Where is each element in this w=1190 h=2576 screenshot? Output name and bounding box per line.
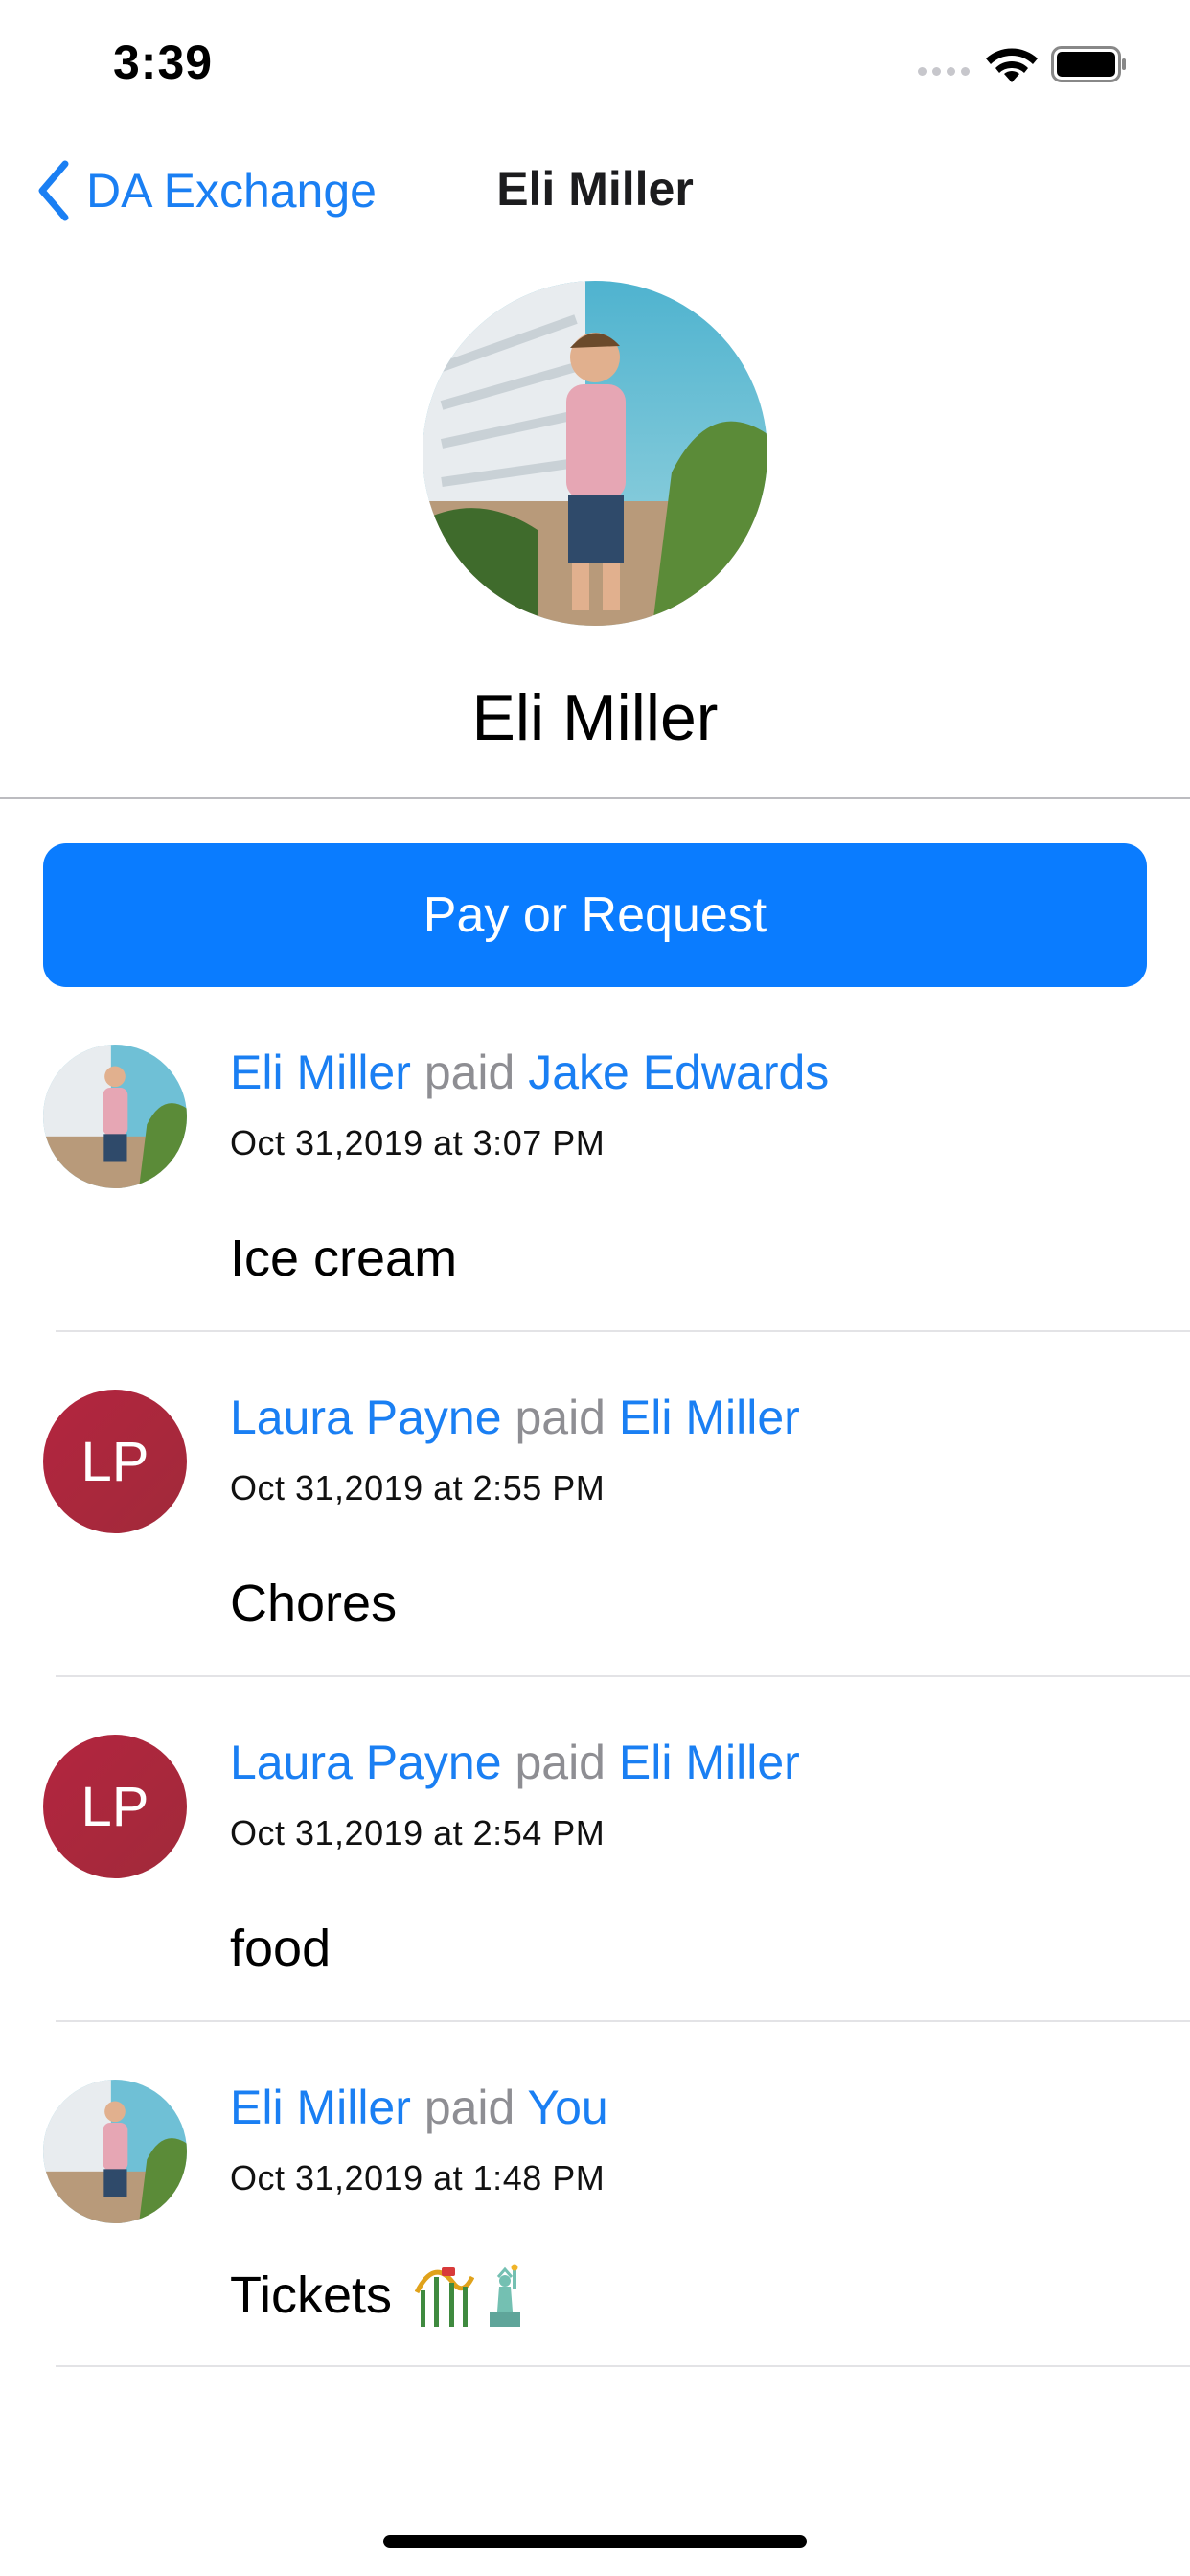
transaction-note-text: food: [230, 1920, 332, 1977]
avatar[interactable]: [43, 1045, 187, 1188]
transaction-verb: paid: [423, 2081, 515, 2134]
nav-title: Eli Miller: [496, 162, 694, 216]
transaction-date: Oct 31,2019 at 1:48 PM: [230, 2158, 606, 2197]
statue-of-liberty-icon: [490, 2264, 521, 2327]
transaction-verb: paid: [515, 1391, 606, 1444]
transaction-date: Oct 31,2019 at 3:07 PM: [230, 1123, 606, 1162]
profile-avatar: [423, 281, 767, 626]
transaction-feed: Eli Miller paid Jake Edwards Oct 31,2019…: [0, 987, 1190, 2367]
avatar[interactable]: [43, 2080, 187, 2223]
transaction-note: food: [230, 1919, 331, 1978]
list-item[interactable]: LP Laura Payne paid Eli Miller Oct 31,20…: [0, 1677, 1190, 2022]
roller-coaster-icon: [415, 2267, 475, 2327]
payer-link[interactable]: Eli Miller: [230, 2081, 411, 2134]
payee-link[interactable]: Eli Miller: [619, 1736, 800, 1789]
home-indicator[interactable]: [383, 2535, 807, 2548]
list-item[interactable]: Eli Miller paid You Oct 31,2019 at 1:48 …: [0, 2022, 1190, 2367]
cellular-dots-icon: [918, 67, 970, 76]
list-item[interactable]: Eli Miller paid Jake Edwards Oct 31,2019…: [0, 987, 1190, 1332]
transaction-headline: Eli Miller paid Jake Edwards: [230, 1045, 829, 1100]
battery-full-icon: [1051, 46, 1126, 82]
navigation-bar: DA Exchange Eli Miller: [0, 144, 1190, 236]
profile-name: Eli Miller: [471, 681, 719, 754]
avatar[interactable]: LP: [43, 1735, 187, 1878]
status-time: 3:39: [113, 35, 214, 89]
transaction-headline: Laura Payne paid Eli Miller: [230, 1735, 800, 1790]
payer-link[interactable]: Laura Payne: [230, 1736, 502, 1789]
transaction-note-text: Tickets: [230, 2266, 393, 2324]
transaction-headline: Laura Payne paid Eli Miller: [230, 1390, 800, 1445]
transaction-verb: paid: [515, 1736, 606, 1789]
transaction-date: Oct 31,2019 at 2:54 PM: [230, 1813, 606, 1852]
note-emoji-group: [415, 2264, 526, 2327]
avatar[interactable]: LP: [43, 1390, 187, 1533]
status-bar: 3:39: [0, 0, 1190, 126]
transaction-note: Chores: [230, 1574, 397, 1633]
transaction-note-text: Ice cream: [230, 1230, 458, 1287]
payee-link[interactable]: Eli Miller: [619, 1391, 800, 1444]
header-divider: [0, 797, 1190, 799]
payer-link[interactable]: Laura Payne: [230, 1391, 502, 1444]
transaction-verb: paid: [423, 1046, 515, 1099]
divider: [56, 2365, 1190, 2367]
avatar-initials: LP: [80, 1430, 149, 1493]
transaction-headline: Eli Miller paid You: [230, 2080, 608, 2135]
transaction-date: Oct 31,2019 at 2:55 PM: [230, 1468, 606, 1507]
wifi-icon: [986, 48, 1038, 82]
pay-or-request-button[interactable]: Pay or Request: [43, 843, 1147, 987]
profile-photo: [423, 281, 767, 626]
payee-link[interactable]: Jake Edwards: [528, 1046, 829, 1099]
transaction-note: Tickets: [230, 2264, 526, 2327]
transaction-note: Ice cream: [230, 1229, 457, 1288]
avatar-initials: LP: [80, 1775, 149, 1838]
list-item[interactable]: LP Laura Payne paid Eli Miller Oct 31,20…: [0, 1332, 1190, 1677]
transaction-note-text: Chores: [230, 1575, 398, 1632]
payee-link[interactable]: You: [527, 2081, 607, 2134]
payer-link[interactable]: Eli Miller: [230, 1046, 411, 1099]
